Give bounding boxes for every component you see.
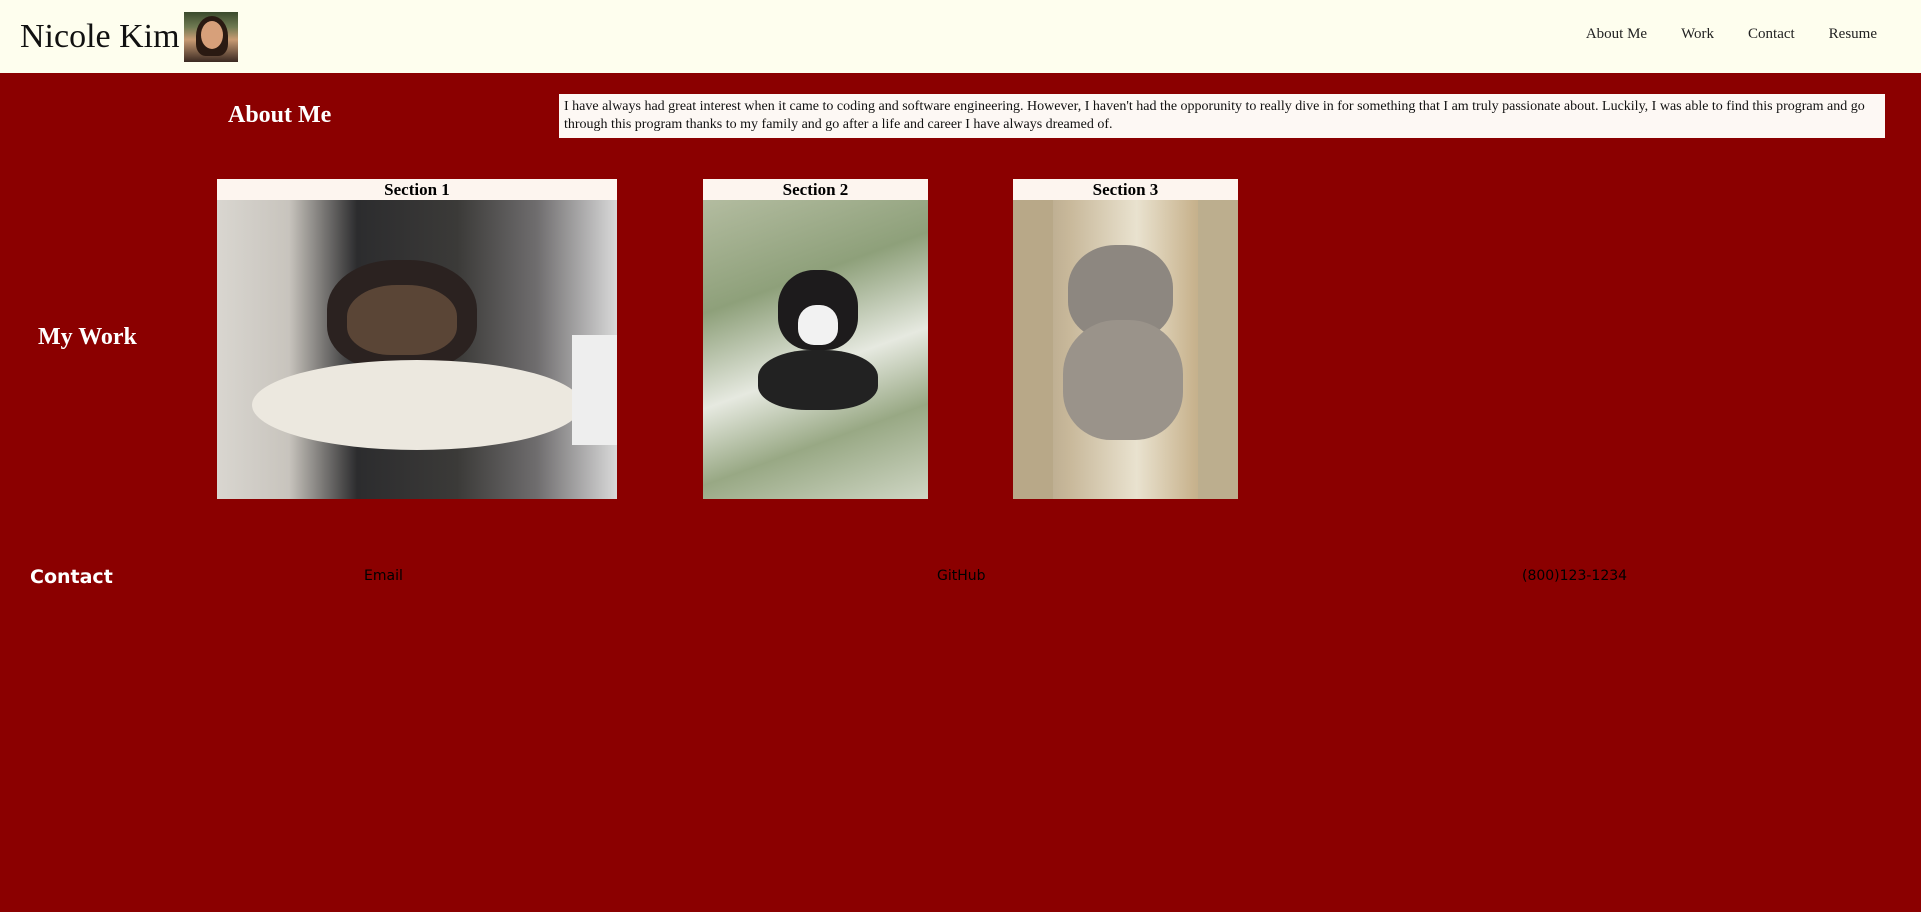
about-heading: About Me — [228, 102, 332, 128]
site-header: Nicole Kim About Me Work Contact Resume — [0, 0, 1921, 73]
work-card-title: Section 1 — [217, 179, 617, 200]
cat-photo-1 — [217, 200, 617, 499]
work-heading: My Work — [38, 324, 137, 350]
nav-about-me[interactable]: About Me — [1586, 26, 1647, 43]
work-card-section-2[interactable]: Section 2 — [703, 179, 928, 499]
contact-email-link[interactable]: Email — [364, 568, 403, 584]
cat-photo-2 — [703, 200, 928, 499]
site-title: Nicole Kim — [20, 18, 180, 55]
avatar — [183, 12, 238, 62]
work-card-title: Section 3 — [1013, 179, 1238, 200]
brand: Nicole Kim — [20, 12, 238, 62]
about-text: I have always had great interest when it… — [559, 94, 1885, 138]
work-card-title: Section 2 — [703, 179, 928, 200]
contact-heading: Contact — [30, 566, 113, 588]
cat-photo-3 — [1013, 200, 1238, 499]
nav-resume[interactable]: Resume — [1829, 26, 1877, 43]
work-card-section-1[interactable]: Section 1 — [217, 179, 617, 499]
contact-phone[interactable]: (800)123-1234 — [1522, 568, 1627, 584]
nav-contact[interactable]: Contact — [1748, 26, 1795, 43]
contact-github-link[interactable]: GitHub — [937, 568, 986, 584]
main-nav: About Me Work Contact Resume — [1552, 26, 1877, 43]
nav-work[interactable]: Work — [1681, 26, 1714, 43]
work-card-section-3[interactable]: Section 3 — [1013, 179, 1238, 499]
